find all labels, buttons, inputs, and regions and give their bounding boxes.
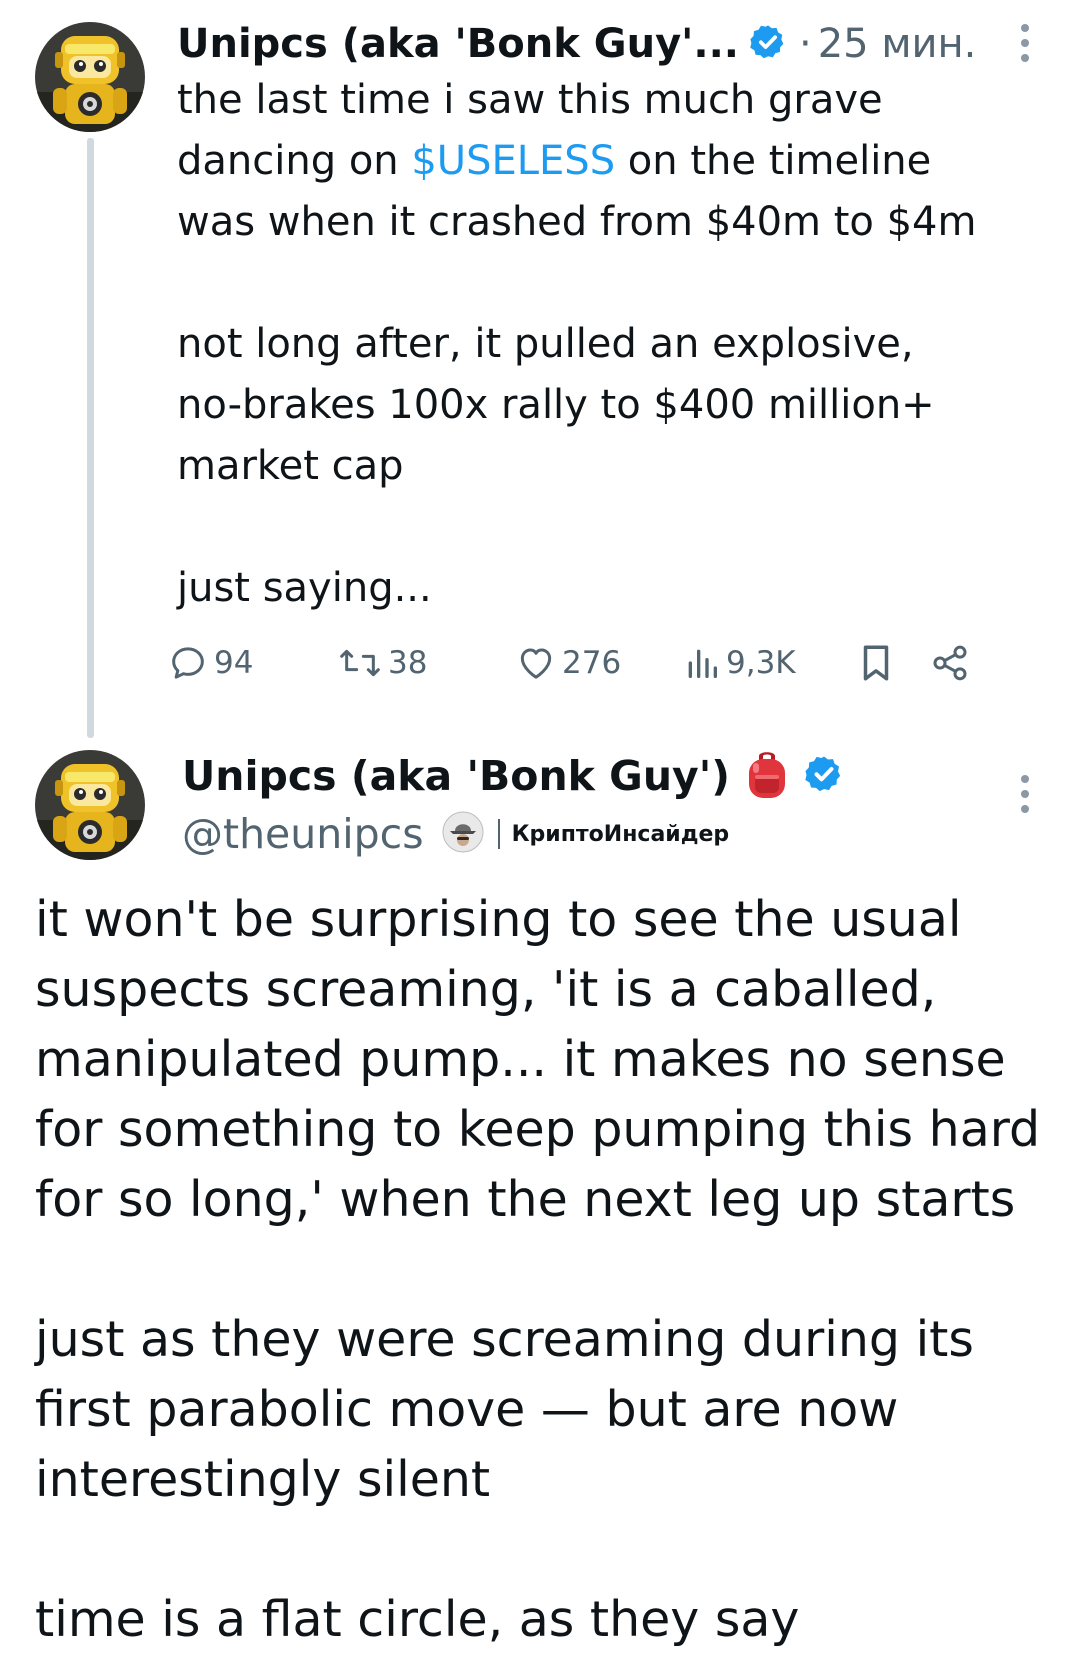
thread-parent-text: the last time i saw this much grave danc… [177, 70, 1057, 619]
post-text-part: on the timeline was when it crashed from… [177, 138, 977, 611]
reply-icon [172, 647, 204, 679]
more-options-icon[interactable] [1018, 775, 1032, 813]
author-handle[interactable]: @theunipcs [182, 810, 424, 858]
backpack-icon [744, 748, 790, 804]
affiliation-label[interactable]: КриптоИнсайдер [512, 822, 730, 847]
analytics-icon [688, 649, 717, 678]
affiliation-divider [497, 819, 500, 849]
views-button[interactable]: 9,3K [684, 638, 796, 688]
heart-icon [520, 648, 552, 679]
author-display-name[interactable]: Unipcs (aka 'Bonk Guy') [182, 752, 730, 800]
hat-badge-icon[interactable] [442, 811, 484, 857]
main-post-handle-row: @theunipcs КриптоИнсайдер [182, 806, 729, 862]
reply-button[interactable]: 94 [168, 638, 253, 688]
thread-parent-header: Unipcs (aka 'Bonk Guy'... · 25 мин. [177, 14, 1057, 74]
bookmark-button[interactable] [858, 638, 894, 688]
verified-badge-icon [804, 754, 844, 798]
repost-icon [340, 649, 380, 677]
main-post-text: it won't be surprising to see the usual … [35, 891, 1041, 1648]
robot-avatar-icon [35, 22, 145, 132]
reply-count: 94 [214, 645, 254, 681]
repost-count: 38 [388, 645, 428, 681]
more-options-icon[interactable] [1018, 24, 1032, 62]
post-timestamp[interactable]: 25 мин. [818, 21, 977, 67]
author-avatar[interactable] [35, 22, 145, 132]
like-count: 276 [562, 645, 622, 681]
main-post-name-row: Unipcs (aka 'Bonk Guy') [182, 746, 844, 806]
like-button[interactable]: 276 [516, 638, 621, 688]
repost-button[interactable]: 38 [338, 638, 427, 688]
robot-avatar-icon [35, 750, 145, 860]
share-icon [933, 645, 967, 681]
share-button[interactable] [930, 638, 970, 688]
verified-badge-icon [749, 23, 787, 65]
cashtag-link[interactable]: $USELESS [411, 138, 615, 184]
meta-separator: · [798, 21, 812, 67]
bookmark-icon [863, 645, 889, 681]
post-action-bar: 94 38 276 9,3K [0, 638, 1080, 688]
author-avatar[interactable] [35, 750, 145, 860]
view-count: 9,3K [726, 645, 796, 681]
author-display-name[interactable]: Unipcs (aka 'Bonk Guy'... [177, 21, 739, 67]
